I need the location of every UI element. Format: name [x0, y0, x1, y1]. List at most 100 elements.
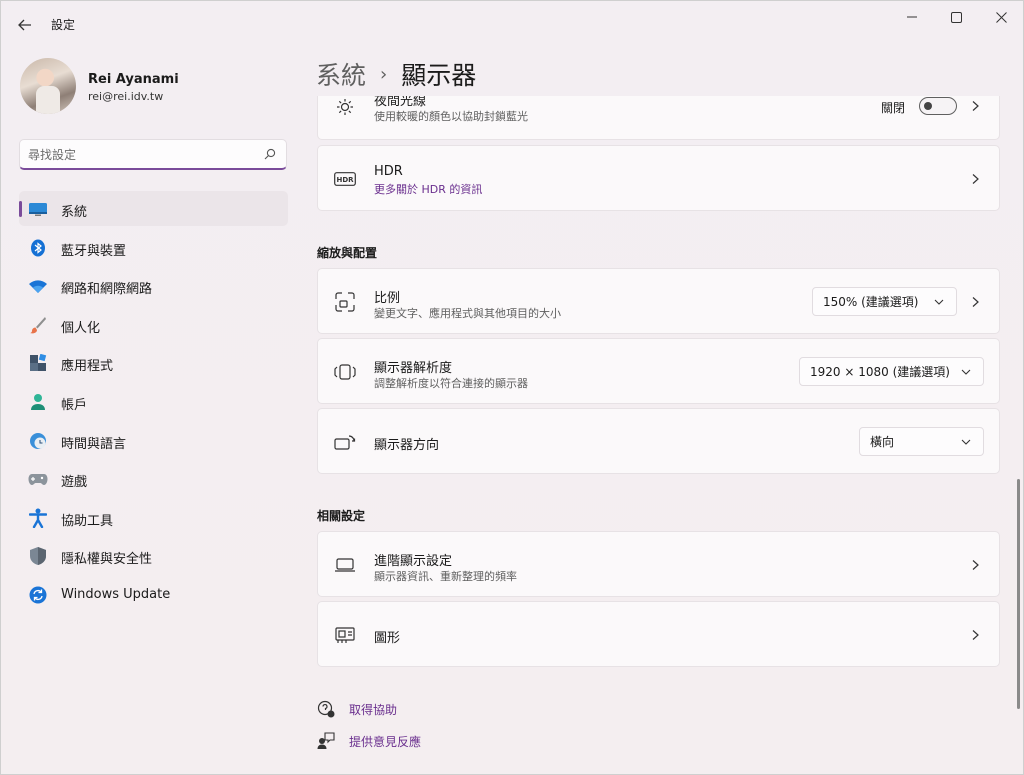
- search-box[interactable]: [19, 139, 287, 170]
- resolution-subtitle: 調整解析度以符合連接的顯示器: [374, 377, 528, 390]
- sidebar-item-label: 個人化: [61, 320, 101, 336]
- scale-value: 150% (建議選項): [823, 295, 919, 309]
- resolution-card[interactable]: 顯示器解析度 調整解析度以符合連接的顯示器 1920 × 1080 (建議選項): [317, 338, 1000, 404]
- scale-card[interactable]: 比例 變更文字、應用程式與其他項目的大小 150% (建議選項): [317, 268, 1000, 334]
- breadcrumb-parent[interactable]: 系統: [316, 56, 366, 92]
- graphics-title: 圖形: [374, 631, 401, 646]
- laptop-icon: [334, 554, 356, 576]
- breadcrumb-separator: ›: [380, 63, 388, 85]
- sidebar-nav: 系統 藍牙與裝置 網路和網際網路 個人化 應用程式 帳戶 時間與語言 遊戲 協助…: [19, 191, 288, 616]
- help-chat-icon: [317, 700, 335, 718]
- breadcrumb: 系統 › 顯示器: [316, 56, 476, 92]
- scale-title: 比例: [374, 291, 401, 306]
- account-icon: [28, 392, 48, 412]
- sidebar-item-label: Windows Update: [61, 586, 171, 602]
- scale-dropdown[interactable]: 150% (建議選項): [812, 287, 957, 316]
- minimize-icon: [907, 16, 917, 18]
- give-feedback-label: 提供意見反應: [349, 734, 422, 749]
- orientation-icon: [334, 431, 356, 453]
- back-arrow-icon: [18, 19, 31, 31]
- section-title-related: 相關設定: [317, 509, 366, 523]
- hdr-title: HDR: [374, 164, 403, 179]
- resolution-dropdown[interactable]: 1920 × 1080 (建議選項): [799, 357, 984, 386]
- chevron-down-icon: [961, 369, 971, 375]
- sidebar-item-network[interactable]: 網路和網際網路: [19, 268, 288, 303]
- orientation-value: 橫向: [870, 435, 895, 449]
- sidebar-item-label: 網路和網際網路: [61, 282, 153, 298]
- clock-globe-icon: [28, 431, 48, 451]
- orientation-card[interactable]: 顯示器方向 橫向: [317, 408, 1000, 474]
- give-feedback-link[interactable]: 提供意見反應: [317, 732, 421, 750]
- hdr-info-link[interactable]: 更多關於 HDR 的資訊: [374, 181, 482, 197]
- user-email: rei@rei.idv.tw: [88, 90, 164, 103]
- svg-text:HDR: HDR: [336, 176, 354, 184]
- update-icon: [28, 585, 48, 605]
- chevron-right-icon: [972, 560, 979, 570]
- scale-subtitle: 變更文字、應用程式與其他項目的大小: [374, 307, 561, 320]
- sidebar-item-label: 協助工具: [61, 513, 114, 529]
- content-scroll-area[interactable]: 夜間光線 使用較暖的顏色以協助封鎖藍光 關閉 HDR HDR 更多關於 HDR …: [301, 96, 1013, 775]
- night-light-toggle[interactable]: [919, 97, 957, 115]
- orientation-dropdown[interactable]: 橫向: [859, 427, 984, 456]
- section-title-scale-layout: 縮放與配置: [317, 246, 378, 260]
- night-light-card[interactable]: 夜間光線 使用較暖的顏色以協助封鎖藍光 關閉: [317, 96, 1000, 140]
- sidebar-item-label: 帳戶: [61, 397, 88, 413]
- chevron-down-icon: [961, 439, 971, 445]
- maximize-button[interactable]: [933, 1, 979, 33]
- sidebar-item-windows-update[interactable]: Windows Update: [19, 577, 288, 612]
- search-input[interactable]: [28, 145, 258, 165]
- resolution-icon: [334, 361, 356, 383]
- sidebar-item-apps[interactable]: 應用程式: [19, 345, 288, 380]
- sidebar-item-accessibility[interactable]: 協助工具: [19, 500, 288, 535]
- advanced-display-card[interactable]: 進階顯示設定 顯示器資訊、重新整理的頻率: [317, 531, 1000, 597]
- sidebar-item-accounts[interactable]: 帳戶: [19, 384, 288, 419]
- app-title: 設定: [51, 18, 76, 32]
- avatar[interactable]: [20, 58, 76, 114]
- apps-icon: [28, 353, 48, 373]
- title-bar: 設定: [1, 1, 1024, 47]
- night-light-subtitle: 使用較暖的顏色以協助封鎖藍光: [374, 110, 528, 123]
- sidebar-item-label: 隱私權與安全性: [61, 552, 153, 568]
- sidebar-item-gaming[interactable]: 遊戲: [19, 461, 288, 496]
- shield-icon: [28, 546, 48, 566]
- sidebar-item-label: 應用程式: [61, 359, 114, 375]
- sidebar-item-personalization[interactable]: 個人化: [19, 307, 288, 342]
- minimize-button[interactable]: [889, 1, 935, 33]
- sidebar-item-label: 時間與語言: [61, 436, 127, 452]
- resolution-title: 顯示器解析度: [374, 361, 453, 376]
- page-title: 顯示器: [401, 61, 477, 90]
- system-monitor-icon: [28, 199, 48, 219]
- graphics-card-icon: [334, 624, 356, 646]
- scrollbar-thumb[interactable]: [1017, 479, 1020, 709]
- toggle-knob: [924, 102, 932, 110]
- chevron-right-icon: [972, 174, 979, 184]
- chevron-right-icon: [972, 630, 979, 640]
- close-button[interactable]: [978, 1, 1024, 33]
- feedback-icon: [317, 732, 335, 750]
- sidebar-item-label: 藍牙與裝置: [61, 243, 127, 259]
- advanced-display-title: 進階顯示設定: [374, 554, 453, 569]
- get-help-link[interactable]: 取得協助: [317, 700, 397, 718]
- sidebar-item-bluetooth[interactable]: 藍牙與裝置: [19, 230, 288, 265]
- orientation-title: 顯示器方向: [374, 438, 440, 453]
- search-icon[interactable]: [264, 148, 276, 160]
- back-button[interactable]: [11, 11, 39, 39]
- night-light-state: 關閉: [881, 101, 906, 115]
- hdr-card[interactable]: HDR HDR 更多關於 HDR 的資訊: [317, 145, 1000, 211]
- scale-icon: [334, 291, 356, 313]
- sidebar-item-privacy[interactable]: 隱私權與安全性: [19, 538, 288, 573]
- chevron-right-icon: [972, 101, 979, 111]
- wifi-icon: [28, 276, 48, 296]
- brightness-icon: [334, 96, 356, 118]
- chevron-down-icon: [934, 299, 944, 305]
- sidebar-item-time-language[interactable]: 時間與語言: [19, 423, 288, 458]
- advanced-display-subtitle: 顯示器資訊、重新整理的頻率: [374, 570, 517, 583]
- bluetooth-icon: [28, 238, 48, 258]
- graphics-card[interactable]: 圖形: [317, 601, 1000, 667]
- get-help-label: 取得協助: [349, 702, 398, 717]
- chevron-right-icon: [972, 297, 979, 307]
- brush-icon: [28, 315, 48, 335]
- close-icon: [995, 11, 1007, 23]
- sidebar-item-system[interactable]: 系統: [19, 191, 288, 226]
- user-name: Rei Ayanami: [88, 72, 179, 87]
